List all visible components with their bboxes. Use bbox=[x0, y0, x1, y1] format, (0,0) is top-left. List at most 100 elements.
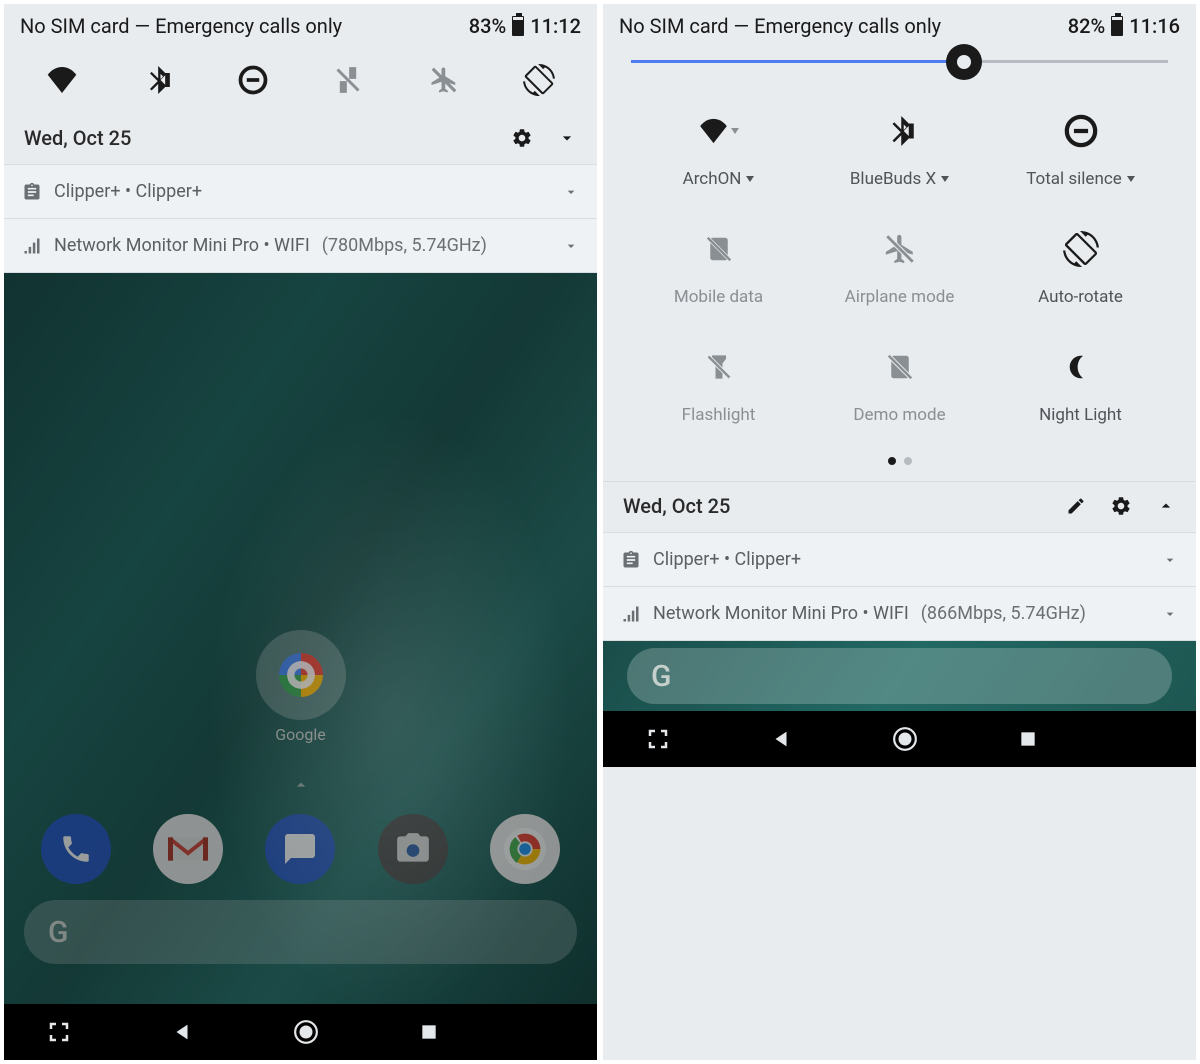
airplane-off-icon bbox=[880, 229, 920, 269]
qs-wifi-label: ArchON bbox=[683, 169, 742, 189]
nav-spacer bbox=[1136, 724, 1156, 754]
dnd-icon bbox=[1061, 111, 1101, 151]
chrome-icon[interactable] bbox=[490, 814, 560, 884]
qs-wifi[interactable]: ArchON bbox=[633, 111, 804, 189]
brightness-thumb-icon[interactable] bbox=[946, 44, 982, 80]
qs-dnd[interactable]: Total silence bbox=[995, 111, 1166, 189]
nav-back-icon[interactable] bbox=[766, 724, 796, 754]
page-dot bbox=[904, 457, 912, 465]
google-search-bar[interactable]: G bbox=[627, 648, 1172, 704]
qs-bluetooth[interactable]: BlueBuds X bbox=[814, 111, 985, 189]
qs-rotate[interactable]: Auto-rotate bbox=[995, 229, 1166, 307]
auto-rotate-icon[interactable] bbox=[519, 60, 559, 100]
qs-airplane[interactable]: Airplane mode bbox=[814, 229, 985, 307]
camera-icon[interactable] bbox=[378, 814, 448, 884]
wifi-icon bbox=[699, 111, 739, 151]
status-time: 11:16 bbox=[1129, 14, 1180, 38]
bluetooth-icon bbox=[880, 111, 920, 151]
quick-settings-grid: ArchON BlueBuds X Total silence Mobile d… bbox=[603, 71, 1196, 445]
signal-icon bbox=[22, 236, 42, 256]
status-time: 11:12 bbox=[530, 14, 581, 38]
nightlight-icon bbox=[1061, 347, 1101, 387]
qs-demo[interactable]: Demo mode bbox=[814, 347, 985, 425]
date-text: Wed, Oct 25 bbox=[24, 126, 131, 150]
nav-back-icon[interactable] bbox=[167, 1017, 197, 1047]
google-logo-icon bbox=[279, 653, 323, 697]
battery-icon bbox=[1111, 16, 1123, 36]
date-text: Wed, Oct 25 bbox=[623, 494, 730, 518]
edit-icon[interactable] bbox=[1066, 496, 1086, 516]
notification-title: Clipper+ • Clipper+ bbox=[54, 181, 202, 202]
nav-home-icon[interactable] bbox=[291, 1017, 321, 1047]
nav-fullscreen-icon[interactable] bbox=[643, 724, 673, 754]
settings-icon[interactable] bbox=[511, 127, 533, 149]
nav-bar bbox=[603, 711, 1196, 767]
nav-recents-icon[interactable] bbox=[414, 1017, 444, 1047]
qs-mobile-data[interactable]: Mobile data bbox=[633, 229, 804, 307]
settings-icon[interactable] bbox=[1110, 495, 1132, 517]
phone-app-icon[interactable] bbox=[41, 814, 111, 884]
notification-title: Network Monitor Mini Pro • WIFI bbox=[54, 235, 310, 256]
chevron-down-icon bbox=[563, 238, 579, 254]
google-folder[interactable] bbox=[256, 630, 346, 720]
clipboard-icon bbox=[621, 550, 641, 570]
search-hint: G bbox=[48, 915, 68, 950]
notification-title: Network Monitor Mini Pro • WIFI bbox=[653, 603, 909, 624]
collapse-icon[interactable] bbox=[1156, 496, 1176, 516]
qs-nightlight[interactable]: Night Light bbox=[995, 347, 1166, 425]
mobile-data-off-icon bbox=[699, 229, 739, 269]
chevron-down-icon bbox=[563, 184, 579, 200]
chevron-down-icon bbox=[1162, 606, 1178, 622]
mobile-data-off-icon[interactable] bbox=[328, 60, 368, 100]
date-row: Wed, Oct 25 bbox=[4, 114, 597, 165]
gmail-icon[interactable] bbox=[153, 814, 223, 884]
notification-clipper[interactable]: Clipper+ • Clipper+ bbox=[603, 533, 1196, 587]
status-bar: No SIM card — Emergency calls only 82% 1… bbox=[603, 4, 1196, 46]
brightness-slider[interactable] bbox=[603, 46, 1196, 71]
quick-settings-row bbox=[4, 46, 597, 114]
qs-demo-label: Demo mode bbox=[853, 405, 945, 425]
status-battery-pct: 83% bbox=[469, 14, 506, 38]
nav-fullscreen-icon[interactable] bbox=[44, 1017, 74, 1047]
home-wallpaper-peek: G bbox=[603, 641, 1196, 711]
notification-network[interactable]: Network Monitor Mini Pro • WIFI (866Mbps… bbox=[603, 587, 1196, 641]
notification-title: Clipper+ • Clipper+ bbox=[653, 549, 801, 570]
nav-spacer bbox=[537, 1017, 557, 1047]
qs-dnd-label: Total silence bbox=[1026, 169, 1122, 189]
flashlight-off-icon bbox=[699, 347, 739, 387]
bluetooth-icon[interactable] bbox=[137, 60, 177, 100]
nav-home-icon[interactable] bbox=[890, 724, 920, 754]
dock bbox=[4, 814, 597, 884]
folder-label: Google bbox=[275, 725, 326, 744]
chevron-down-icon bbox=[1162, 552, 1178, 568]
qs-flashlight-label: Flashlight bbox=[682, 405, 756, 425]
app-drawer-handle[interactable] bbox=[288, 775, 314, 795]
page-dot-active bbox=[888, 457, 896, 465]
nav-recents-icon[interactable] bbox=[1013, 724, 1043, 754]
notification-clipper[interactable]: Clipper+ • Clipper+ bbox=[4, 165, 597, 219]
wifi-icon[interactable] bbox=[42, 60, 82, 100]
airplane-off-icon[interactable] bbox=[424, 60, 464, 100]
google-search-bar[interactable]: G bbox=[24, 900, 577, 964]
expand-icon[interactable] bbox=[557, 128, 577, 148]
notification-detail: (866Mbps, 5.74GHz) bbox=[921, 603, 1086, 624]
status-battery-pct: 82% bbox=[1068, 14, 1105, 38]
date-row: Wed, Oct 25 bbox=[603, 481, 1196, 533]
qs-airplane-label: Airplane mode bbox=[845, 287, 955, 307]
status-bar: No SIM card — Emergency calls only 83% 1… bbox=[4, 4, 597, 46]
dnd-icon[interactable] bbox=[233, 60, 273, 100]
nav-bar bbox=[4, 1004, 597, 1060]
notification-network[interactable]: Network Monitor Mini Pro • WIFI (780Mbps… bbox=[4, 219, 597, 273]
clipboard-icon bbox=[22, 182, 42, 202]
status-sim-text: No SIM card — Emergency calls only bbox=[20, 14, 342, 38]
signal-icon bbox=[621, 604, 641, 624]
auto-rotate-icon bbox=[1061, 229, 1101, 269]
demo-off-icon bbox=[880, 347, 920, 387]
notification-detail: (780Mbps, 5.74GHz) bbox=[322, 235, 487, 256]
qs-bluetooth-label: BlueBuds X bbox=[850, 169, 936, 189]
battery-icon bbox=[512, 16, 524, 36]
qs-flashlight[interactable]: Flashlight bbox=[633, 347, 804, 425]
qs-nightlight-label: Night Light bbox=[1039, 405, 1122, 425]
home-wallpaper: Google G bbox=[4, 273, 597, 1004]
messages-icon[interactable] bbox=[265, 814, 335, 884]
